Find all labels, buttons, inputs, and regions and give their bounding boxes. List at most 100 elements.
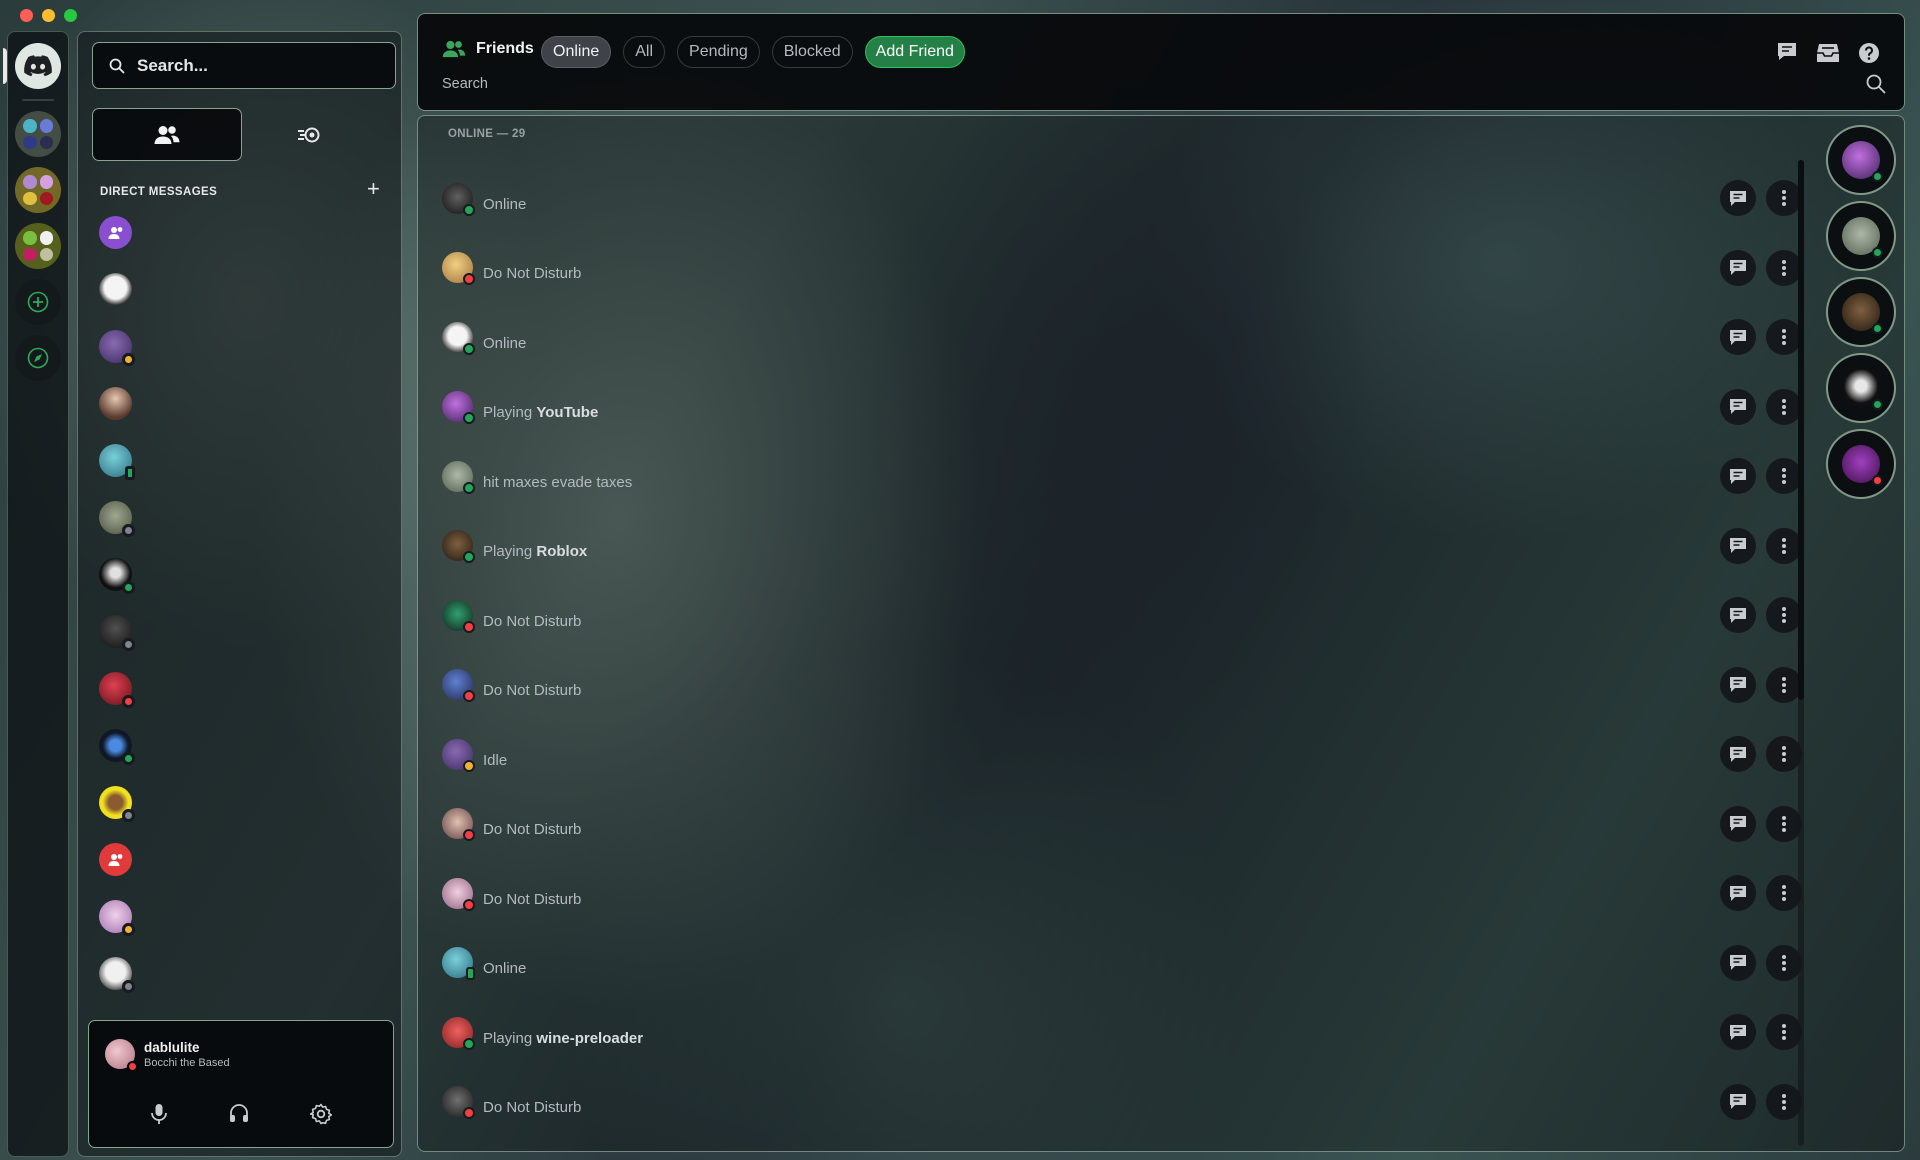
dm-item[interactable] xyxy=(99,957,135,993)
more-options-button[interactable] xyxy=(1766,666,1802,703)
message-button[interactable] xyxy=(1720,180,1756,216)
more-options-button[interactable] xyxy=(1766,319,1802,355)
more-options-button[interactable] xyxy=(1766,597,1802,633)
message-button[interactable] xyxy=(1720,1083,1756,1120)
user-settings-button[interactable] xyxy=(310,1103,333,1130)
more-options-button[interactable] xyxy=(1766,1014,1802,1050)
dm-item[interactable] xyxy=(99,273,132,306)
friend-row[interactable]: Do Not Disturb xyxy=(442,798,1802,850)
more-options-button[interactable] xyxy=(1766,944,1802,981)
new-group-dm-button[interactable] xyxy=(1776,42,1798,69)
active-now-item[interactable] xyxy=(1826,429,1896,499)
friend-row[interactable]: Playing wine-preloader xyxy=(442,1006,1802,1058)
dm-item[interactable] xyxy=(99,330,135,366)
tab-pending[interactable]: Pending xyxy=(677,36,760,68)
dm-item[interactable] xyxy=(99,729,135,765)
message-button[interactable] xyxy=(1720,1014,1756,1050)
close-window-button[interactable] xyxy=(20,9,33,22)
find-conversation-button[interactable]: Search... xyxy=(92,42,396,89)
status-indicator xyxy=(463,342,475,355)
tab-online[interactable]: Online xyxy=(541,36,612,68)
message-button[interactable] xyxy=(1720,249,1756,286)
add-server-button[interactable] xyxy=(15,279,61,325)
more-options-button[interactable] xyxy=(1766,875,1802,911)
server-folder-2[interactable] xyxy=(15,167,61,213)
more-options-button[interactable] xyxy=(1766,736,1802,772)
message-button[interactable] xyxy=(1720,527,1756,564)
active-now-item[interactable] xyxy=(1826,353,1896,423)
friend-row[interactable]: Idle xyxy=(442,728,1802,780)
message-button[interactable] xyxy=(1720,458,1756,494)
tab-blocked[interactable]: Blocked xyxy=(771,36,853,68)
nitro-nav-button[interactable] xyxy=(296,122,322,148)
friend-row[interactable]: Online xyxy=(442,311,1802,363)
friend-row[interactable]: Playing Roblox xyxy=(442,520,1802,572)
avatar xyxy=(442,808,475,841)
home-button[interactable] xyxy=(3,43,61,89)
create-dm-button[interactable]: + xyxy=(367,178,380,200)
dm-item[interactable] xyxy=(99,501,135,537)
server-folder-1[interactable] xyxy=(15,111,61,157)
more-options-button[interactable] xyxy=(1766,527,1802,564)
more-options-button[interactable] xyxy=(1766,458,1802,494)
status-indicator xyxy=(122,524,135,537)
server-folder-3[interactable] xyxy=(15,223,61,269)
more-options-button[interactable] xyxy=(1766,1083,1802,1120)
active-now-item[interactable] xyxy=(1826,125,1896,195)
tab-all[interactable]: All xyxy=(623,36,666,68)
status-indicator xyxy=(122,353,135,366)
message-button[interactable] xyxy=(1720,944,1756,981)
add-friend-button[interactable]: Add Friend xyxy=(864,36,965,68)
dm-item[interactable] xyxy=(99,216,132,249)
friend-row[interactable]: Do Not Disturb xyxy=(442,1076,1802,1128)
friends-search-input[interactable]: Search xyxy=(442,76,488,92)
dm-item[interactable] xyxy=(99,843,132,876)
avatar xyxy=(442,391,475,424)
friends-nav-button[interactable] xyxy=(92,108,242,161)
status-indicator xyxy=(1872,323,1883,334)
friend-row[interactable]: hit maxes evade taxes xyxy=(442,450,1802,502)
avatar xyxy=(442,252,475,285)
dm-item[interactable] xyxy=(99,672,135,708)
friend-row[interactable]: Online xyxy=(442,172,1802,224)
deafen-button[interactable] xyxy=(229,1103,249,1130)
message-button[interactable] xyxy=(1720,805,1756,842)
help-button[interactable] xyxy=(1858,42,1880,69)
dm-item[interactable] xyxy=(99,444,135,480)
message-button[interactable] xyxy=(1720,736,1756,772)
message-button[interactable] xyxy=(1720,319,1756,355)
message-button[interactable] xyxy=(1720,597,1756,633)
dm-item[interactable] xyxy=(99,615,135,651)
friend-row[interactable]: Do Not Disturb xyxy=(442,659,1802,711)
more-options-button[interactable] xyxy=(1766,180,1802,216)
message-button[interactable] xyxy=(1720,875,1756,911)
active-now-item[interactable] xyxy=(1826,277,1896,347)
more-options-button[interactable] xyxy=(1766,249,1802,286)
row-actions xyxy=(1720,527,1802,564)
dm-item[interactable] xyxy=(99,900,135,936)
maximize-window-button[interactable] xyxy=(64,9,77,22)
friend-row[interactable]: Do Not Disturb xyxy=(442,589,1802,641)
active-now-item[interactable] xyxy=(1826,201,1896,271)
inbox-button[interactable] xyxy=(1816,42,1840,69)
friends-search-button[interactable] xyxy=(1866,74,1886,99)
dm-item[interactable] xyxy=(99,387,132,420)
more-options-button[interactable] xyxy=(1766,388,1802,425)
friends-scrollbar[interactable] xyxy=(1798,160,1804,1146)
friend-row[interactable]: Online xyxy=(442,937,1802,989)
more-icon xyxy=(1782,537,1786,554)
explore-servers-button[interactable] xyxy=(15,335,61,381)
dm-item[interactable] xyxy=(99,786,135,822)
user-name[interactable]: dablulite xyxy=(144,1040,200,1055)
message-button[interactable] xyxy=(1720,666,1756,703)
friend-row[interactable]: Playing YouTube xyxy=(442,381,1802,433)
message-button[interactable] xyxy=(1720,388,1756,425)
user-avatar[interactable] xyxy=(105,1039,138,1072)
dm-item[interactable] xyxy=(99,558,135,594)
friend-row[interactable]: Do Not Disturb xyxy=(442,867,1802,919)
friend-row[interactable]: Do Not Disturb xyxy=(442,242,1802,294)
more-options-button[interactable] xyxy=(1766,805,1802,842)
scrollbar-thumb[interactable] xyxy=(1798,160,1804,700)
mute-button[interactable] xyxy=(150,1103,168,1130)
minimize-window-button[interactable] xyxy=(42,9,55,22)
